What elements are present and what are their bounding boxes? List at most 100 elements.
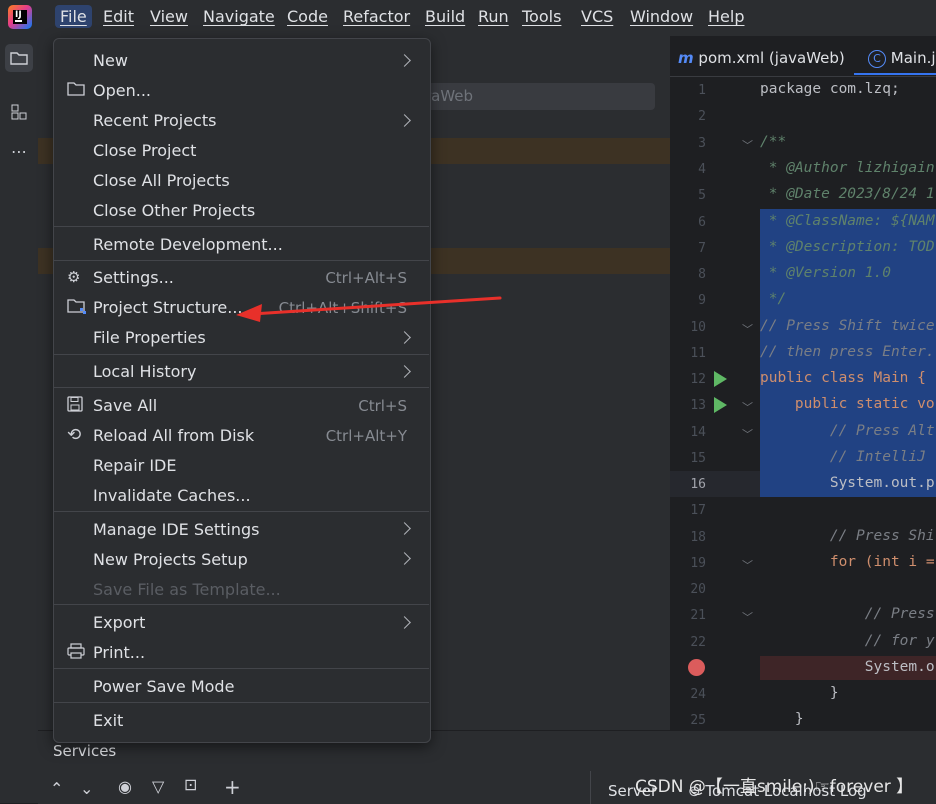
code-line: } (760, 685, 839, 701)
line-number: 16 (690, 477, 706, 492)
shortcut-settings: Ctrl+Alt+S (325, 269, 407, 287)
menu-item-repair-ide[interactable]: Repair IDE (93, 456, 176, 475)
filter-icon[interactable]: ▽ (152, 777, 164, 796)
menu-navigate[interactable]: Navigate (203, 7, 275, 26)
menu-item-remote-development[interactable]: Remote Development... (93, 235, 283, 254)
menu-item-close-all-projects[interactable]: Close All Projects (93, 171, 230, 190)
menu-help[interactable]: Help (708, 7, 744, 26)
line-number: 8 (698, 267, 706, 282)
line-number: 11 (690, 346, 706, 361)
code-line: System.out.p (760, 475, 935, 491)
menu-item-open[interactable]: Open... (93, 81, 151, 100)
menu-item-exit[interactable]: Exit (93, 711, 123, 730)
add-icon[interactable]: + (224, 775, 241, 799)
fold-icon[interactable]: ﹀ (742, 557, 753, 573)
eye-icon[interactable]: ◉ (118, 777, 132, 796)
menu-item-file-properties[interactable]: File Properties (93, 328, 206, 347)
java-class-icon: C (868, 49, 886, 68)
code-line: // IntelliJ (760, 449, 926, 465)
tab-pom-xml[interactable]: m pom.xml (javaWeb) (678, 49, 845, 67)
menu-separator (54, 226, 429, 227)
menu-edit[interactable]: Edit (103, 7, 134, 26)
menu-item-close-project[interactable]: Close Project (93, 141, 196, 160)
menu-view[interactable]: View (150, 7, 188, 26)
code-line: public class Main { (760, 370, 926, 386)
expand-all-icon[interactable]: ⌃ (50, 779, 63, 798)
line-number: 18 (690, 530, 706, 545)
line-number: 5 (698, 188, 706, 203)
menu-separator (54, 702, 429, 703)
menu-window[interactable]: Window (630, 7, 693, 26)
watermark-text: CSDN @【一直smile:)☞forever 】 (635, 777, 914, 797)
breakpoint-icon[interactable] (688, 659, 705, 676)
line-number: 1 (698, 83, 706, 98)
menu-build[interactable]: Build (425, 7, 465, 26)
menu-item-power-save-mode[interactable]: Power Save Mode (93, 677, 234, 696)
menu-item-new-projects-setup[interactable]: New Projects Setup (93, 550, 248, 569)
structure-icon[interactable] (5, 98, 33, 126)
menu-run[interactable]: Run (478, 7, 509, 26)
menu-item-recent-projects[interactable]: Recent Projects (93, 111, 216, 130)
printer-icon (67, 643, 85, 663)
collapse-all-icon[interactable]: ⌄ (80, 779, 93, 798)
menu-item-print[interactable]: Print... (93, 643, 145, 662)
code-line: // Press (760, 606, 935, 622)
tab-main-java[interactable]: C Main.j (868, 49, 936, 68)
code-line: * @Version 1.0 (760, 265, 891, 281)
code-line: /** (760, 134, 787, 150)
menu-item-reload-all-from-disk[interactable]: Reload All from Disk (93, 426, 254, 445)
new-tab-icon[interactable]: ⊡ (184, 775, 197, 794)
code-line: } (760, 711, 804, 727)
menu-item-project-structure[interactable]: Project Structure... (93, 298, 243, 317)
menu-separator (54, 604, 429, 605)
menu-item-invalidate-caches[interactable]: Invalidate Caches... (93, 486, 251, 505)
menu-separator (54, 260, 429, 261)
menu-separator (54, 668, 429, 669)
save-icon (67, 396, 83, 416)
code-line: // Press Shi (760, 528, 935, 544)
menu-item-manage-ide-settings[interactable]: Manage IDE Settings (93, 520, 260, 539)
menu-tools[interactable]: Tools (522, 7, 561, 26)
menu-item-local-history[interactable]: Local History (93, 362, 196, 381)
menu-item-save-all[interactable]: Save All (93, 396, 157, 415)
menu-file[interactable]: File (55, 5, 92, 28)
menu-code[interactable]: Code (287, 7, 328, 26)
menu-item-settings[interactable]: Settings... (93, 268, 174, 287)
menu-refactor[interactable]: Refactor (343, 7, 410, 26)
line-number: 17 (690, 503, 706, 518)
run-main-icon[interactable] (714, 397, 727, 413)
menu-item-save-file-as-template: Save File as Template... (93, 580, 281, 599)
line-number: 9 (698, 293, 706, 308)
more-tools-icon[interactable]: ⋯ (5, 138, 33, 166)
shortcut-reload: Ctrl+Alt+Y (325, 427, 407, 445)
code-line: * @Author lizhigain (760, 160, 935, 176)
project-structure-icon (67, 298, 87, 318)
menu-separator (54, 354, 429, 355)
line-number: 25 (690, 713, 706, 728)
line-number: 24 (690, 687, 706, 702)
divider (590, 771, 591, 804)
code-line: // Press Alt (760, 423, 935, 439)
menu-vcs[interactable]: VCS (581, 7, 613, 26)
fold-icon[interactable]: ﹀ (742, 321, 753, 337)
menu-item-export[interactable]: Export (93, 613, 145, 632)
folder-icon (67, 81, 85, 100)
fold-icon[interactable]: ﹀ (742, 399, 753, 415)
menu-item-new[interactable]: New (93, 51, 128, 70)
fold-icon[interactable]: ﹀ (742, 609, 753, 625)
fold-icon[interactable]: ﹀ (742, 426, 753, 442)
menu-item-close-other-projects[interactable]: Close Other Projects (93, 201, 255, 220)
services-title: Services (53, 742, 117, 760)
project-folder-icon[interactable] (5, 44, 33, 72)
line-number: 4 (698, 162, 706, 177)
project-search-text: raWeb (425, 87, 474, 105)
gear-icon: ⚙ (67, 268, 81, 286)
shortcut-save-all: Ctrl+S (358, 397, 407, 415)
code-line: package com.lzq; (760, 81, 900, 97)
active-tab-indicator (854, 73, 936, 75)
fold-icon[interactable]: ﹀ (742, 137, 753, 153)
code-line: // Press Shift twice (760, 318, 935, 334)
line-number: 3 (698, 136, 706, 151)
run-class-icon[interactable] (714, 371, 727, 387)
line-number: 6 (698, 215, 706, 230)
